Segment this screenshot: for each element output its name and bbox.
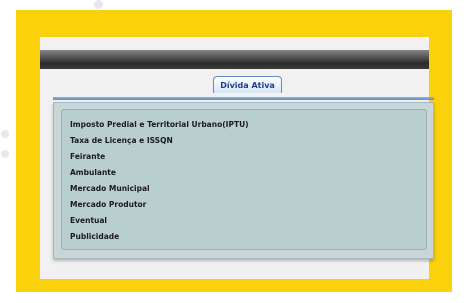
header-bar [40,50,429,69]
decorative-dot [94,0,103,9]
content-panel: Imposto Predial e Territorial Urbano(IPT… [53,102,434,259]
decorative-dot [1,130,9,138]
menu-item-eventual[interactable]: Eventual [70,213,426,229]
tab-underline [53,97,434,100]
menu-item-mercado-municipal[interactable]: Mercado Municipal [70,181,426,197]
menu-item-iptu[interactable]: Imposto Predial e Territorial Urbano(IPT… [70,117,426,133]
menu-item-feirante[interactable]: Feirante [70,149,426,165]
decorative-dot [1,150,9,158]
menu-item-publicidade[interactable]: Publicidade [70,229,426,245]
menu-item-taxa-licenca-issqn[interactable]: Taxa de Licença e ISSQN [70,133,426,149]
menu-item-ambulante[interactable]: Ambulante [70,165,426,181]
app-window: Dívida Ativa Imposto Predial e Territori… [40,37,434,279]
menu-list: Imposto Predial e Territorial Urbano(IPT… [61,109,427,250]
tab-divida-ativa[interactable]: Dívida Ativa [213,76,282,93]
tab-row: Dívida Ativa [40,72,429,94]
yellow-frame: Dívida Ativa Imposto Predial e Territori… [16,10,452,292]
menu-item-mercado-produtor[interactable]: Mercado Produtor [70,197,426,213]
